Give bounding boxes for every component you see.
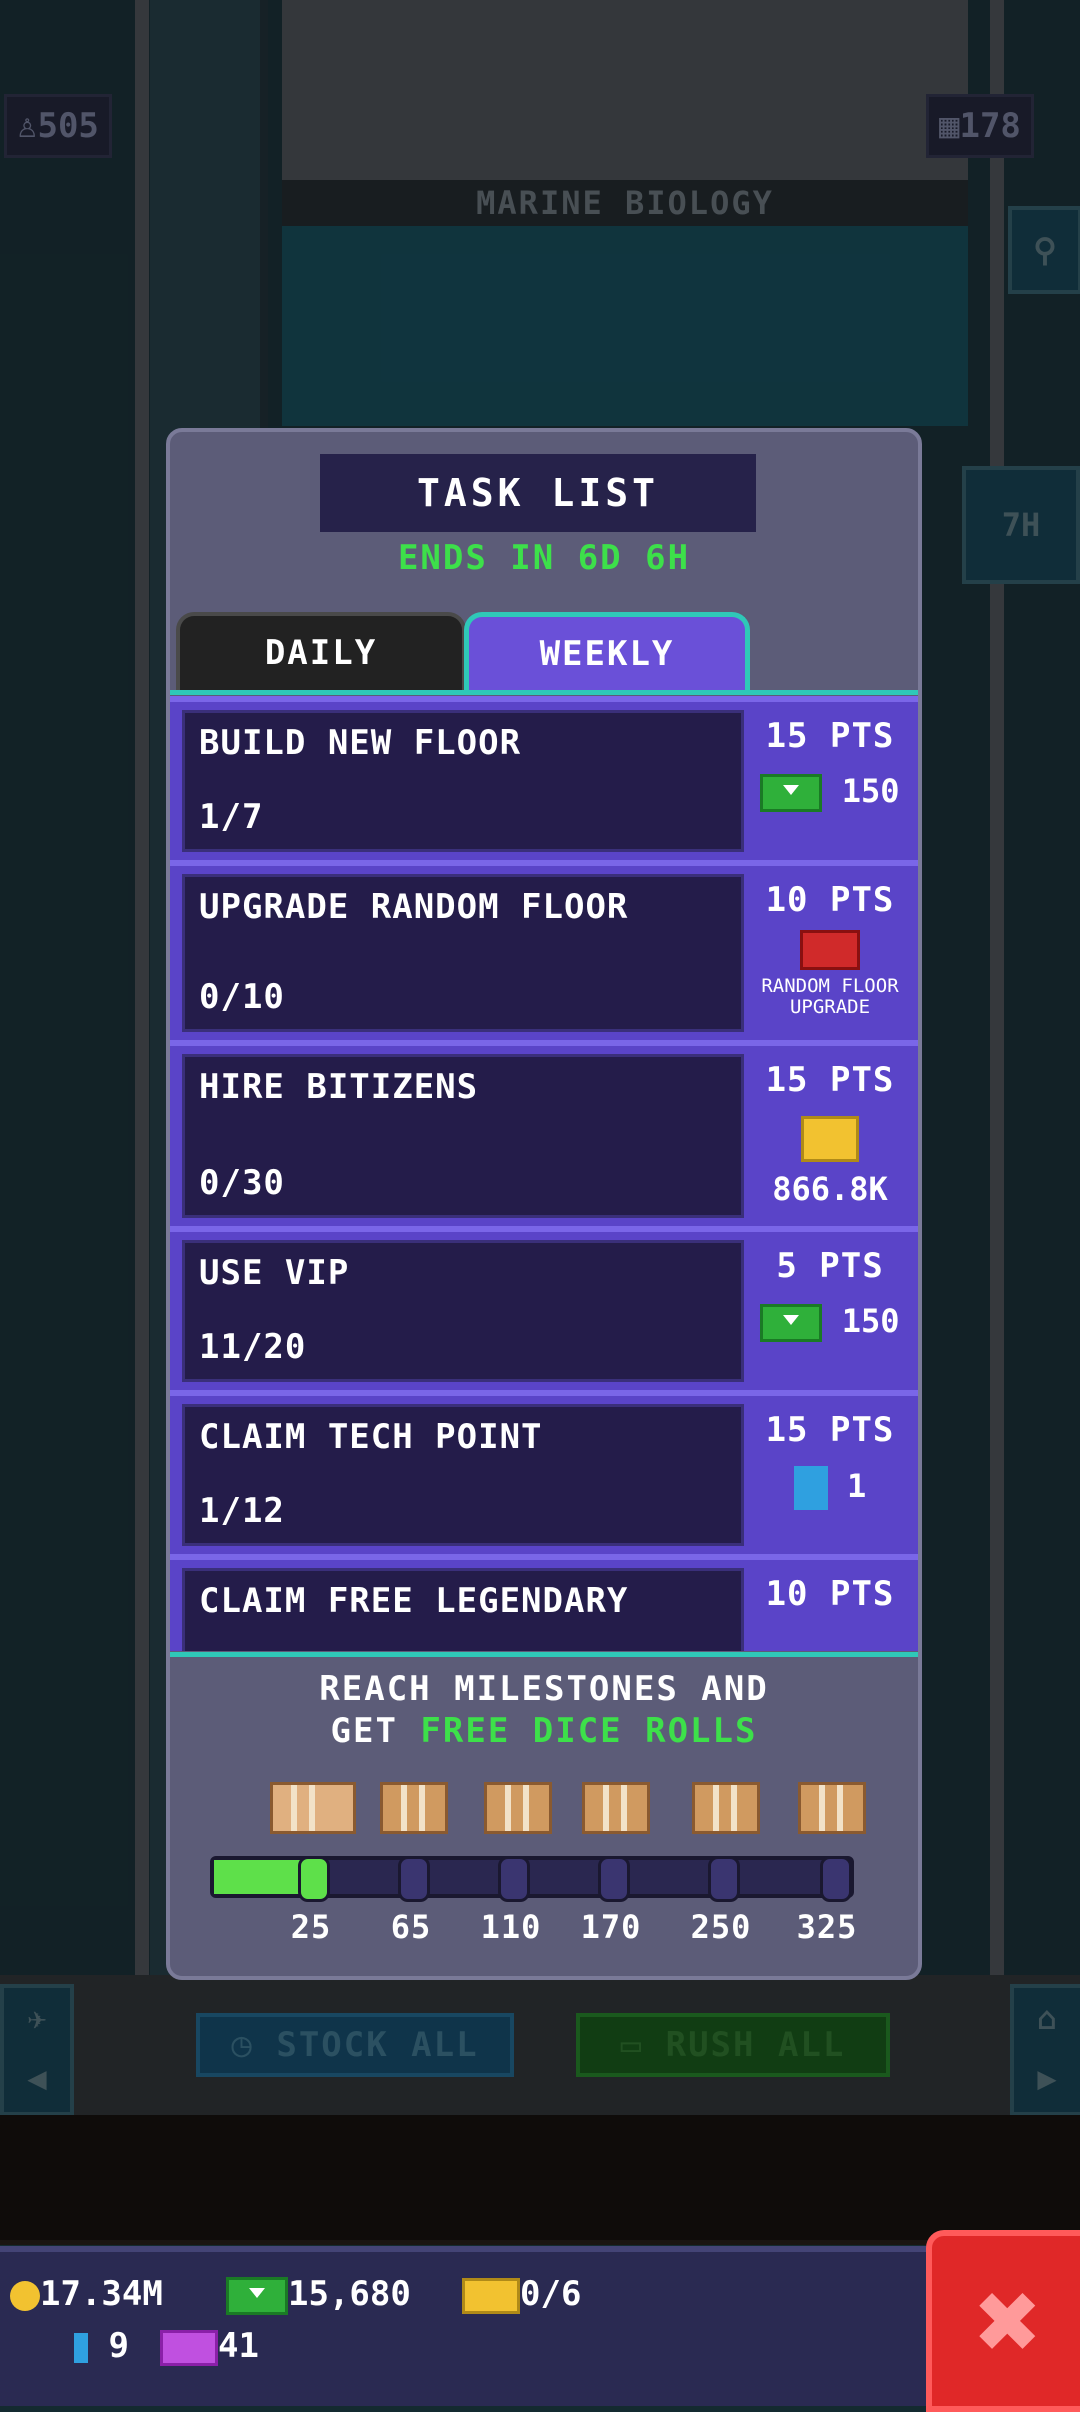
reward-value: 1 xyxy=(847,1467,867,1505)
task-progress: 0/30 xyxy=(199,1163,285,1203)
task-points: 10 PTS xyxy=(765,880,895,920)
reward-value: 150 xyxy=(841,1302,900,1340)
vip-tickets[interactable]: 41 xyxy=(160,2326,259,2366)
task-row[interactable]: BUILD NEW FLOOR 1/7 15 PTS 150 xyxy=(170,696,918,860)
milestone-node xyxy=(598,1856,630,1902)
golden-ticket-icon xyxy=(462,2277,520,2314)
reward-value: 150 xyxy=(841,772,900,810)
tab-divider xyxy=(170,690,918,695)
task-row[interactable]: CLAIM TECH POINT 1/12 15 PTS 1 xyxy=(170,1390,918,1554)
task-list[interactable]: BUILD NEW FLOOR 1/7 15 PTS 150 UPGRADE R… xyxy=(170,696,918,1651)
golden-tickets[interactable]: 0/6 xyxy=(462,2274,581,2314)
vip-tickets-value: 41 xyxy=(218,2326,259,2366)
task-name: CLAIM TECH POINT xyxy=(199,1417,543,1457)
tab-daily[interactable]: DAILY xyxy=(176,612,466,690)
resource-bar: 17.34M 15,680 0/6 9 41 xyxy=(0,2246,930,2406)
milestone-node xyxy=(708,1856,740,1902)
milestone-value: 170 xyxy=(580,1908,642,1946)
milestone-value: 250 xyxy=(690,1908,752,1946)
task-points: 10 PTS xyxy=(765,1574,895,1614)
coins-icon xyxy=(801,1116,859,1162)
task-body: BUILD NEW FLOOR 1/7 xyxy=(182,710,744,852)
milestone-value: 25 xyxy=(290,1908,332,1946)
task-name: UPGRADE RANDOM FLOOR xyxy=(199,887,629,927)
golden-tickets-value: 0/6 xyxy=(520,2274,582,2314)
milestone-line-2-prefix: GET xyxy=(330,1711,421,1751)
task-progress: 11/20 xyxy=(199,1327,307,1367)
task-body: CLAIM TECH POINT 1/12 xyxy=(182,1404,744,1546)
milestone-line-2-highlight: FREE DICE ROLLS xyxy=(420,1711,758,1751)
reward-value: 866.8K xyxy=(772,1170,888,1208)
bux-icon xyxy=(226,2276,288,2315)
bux-icon xyxy=(760,1304,823,1342)
tab-weekly[interactable]: WEEKLY xyxy=(464,612,750,691)
reward-box-icon[interactable] xyxy=(484,1782,552,1834)
task-reward: 150 xyxy=(750,772,910,852)
task-row[interactable]: USE VIP 11/20 5 PTS 150 xyxy=(170,1226,918,1390)
task-body: UPGRADE RANDOM FLOOR 0/10 xyxy=(182,874,744,1032)
milestone-value: 65 xyxy=(390,1908,432,1946)
tech-points[interactable]: 9 xyxy=(74,2326,129,2366)
task-progress: 1/12 xyxy=(199,1491,285,1531)
close-icon: ✖ xyxy=(975,2257,1043,2385)
milestone-line-2: GET FREE DICE ROLLS xyxy=(170,1710,918,1752)
milestone-progress-fill xyxy=(214,1860,304,1894)
task-body: CLAIM FREE LEGENDARY xyxy=(182,1568,744,1651)
task-name: HIRE BITIZENS xyxy=(199,1067,479,1107)
task-reward: 1 xyxy=(750,1466,910,1546)
ends-countdown: ENDS IN 6D 6H xyxy=(397,538,691,578)
close-button[interactable]: ✖ xyxy=(926,2230,1080,2412)
task-points: 15 PTS xyxy=(765,1410,895,1450)
task-points: 5 PTS xyxy=(776,1246,884,1286)
task-reward: RANDOM FLOOR UPGRADE xyxy=(750,930,910,1034)
task-list-modal: TASK LIST ENDS IN 6D 6H DAILY WEEKLY BUI… xyxy=(166,428,922,1980)
bux-balance[interactable]: 15,680 xyxy=(226,2274,411,2315)
task-name: CLAIM FREE LEGENDARY xyxy=(199,1581,629,1621)
task-row[interactable]: HIRE BITIZENS 0/30 15 PTS 866.8K xyxy=(170,1040,918,1226)
vip-ticket-icon xyxy=(160,2329,218,2366)
reward-value: RANDOM FLOOR UPGRADE xyxy=(761,975,899,1018)
task-body: USE VIP 11/20 xyxy=(182,1240,744,1382)
toolbox-icon xyxy=(800,930,860,970)
task-row[interactable]: CLAIM FREE LEGENDARY 10 PTS xyxy=(170,1554,918,1651)
milestone-line-1: REACH MILESTONES AND xyxy=(319,1669,769,1709)
reward-box-icon[interactable] xyxy=(582,1782,650,1834)
milestone-divider xyxy=(170,1652,918,1657)
open-reward-box-icon[interactable] xyxy=(270,1782,356,1834)
coins-value: 17.34M xyxy=(40,2274,163,2314)
milestone-value: 325 xyxy=(796,1908,858,1946)
task-reward: 150 xyxy=(750,1302,910,1382)
task-points: 15 PTS xyxy=(765,716,895,756)
tech-point-icon xyxy=(793,1466,828,1510)
task-name: BUILD NEW FLOOR xyxy=(199,723,522,763)
tech-points-value: 9 xyxy=(108,2326,129,2366)
milestone-node xyxy=(498,1856,530,1902)
milestone-node xyxy=(820,1856,852,1902)
reward-box-icon[interactable] xyxy=(798,1782,866,1834)
bux-icon xyxy=(760,774,823,812)
milestone-node xyxy=(398,1856,430,1902)
task-points: 15 PTS xyxy=(765,1060,895,1100)
task-progress: 1/7 xyxy=(199,797,264,837)
reward-box-icon[interactable] xyxy=(692,1782,760,1834)
coin-icon xyxy=(10,2280,40,2311)
milestone-node xyxy=(298,1856,330,1902)
task-name: USE VIP xyxy=(199,1253,350,1293)
task-row[interactable]: UPGRADE RANDOM FLOOR 0/10 10 PTS RANDOM … xyxy=(170,860,918,1040)
task-body: HIRE BITIZENS 0/30 xyxy=(182,1054,744,1218)
modal-title: TASK LIST xyxy=(320,454,756,532)
task-progress: 0/10 xyxy=(199,977,285,1017)
task-reward: 866.8K xyxy=(750,1116,910,1220)
bux-value: 15,680 xyxy=(288,2274,411,2314)
milestone-caption: REACH MILESTONES AND GET FREE DICE ROLLS xyxy=(170,1668,918,1752)
coins-balance[interactable]: 17.34M xyxy=(10,2274,163,2314)
reward-box-icon[interactable] xyxy=(380,1782,448,1834)
milestone-value: 110 xyxy=(480,1908,542,1946)
tech-point-icon xyxy=(74,2332,88,2363)
